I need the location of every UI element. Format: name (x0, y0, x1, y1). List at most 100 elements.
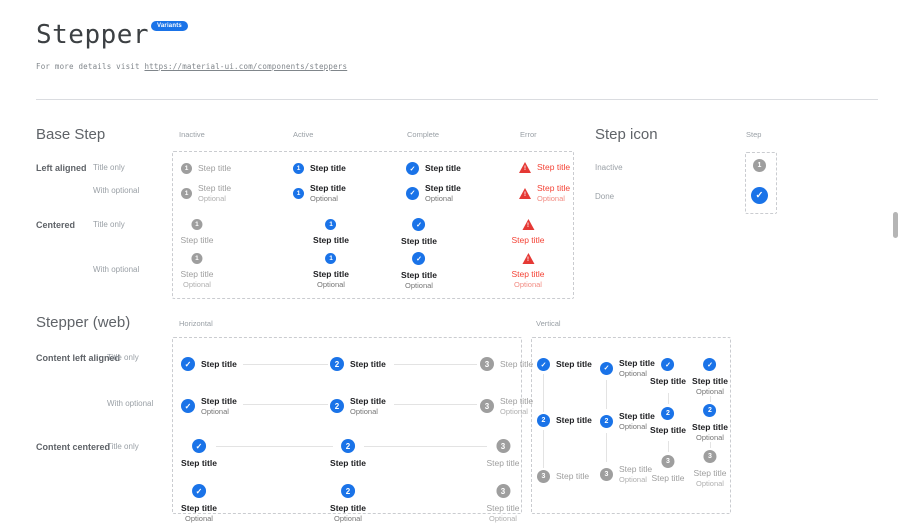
step-text: Step titleOptional (401, 270, 437, 290)
step-number-icon: 1 (293, 188, 304, 199)
connector-line (364, 446, 487, 447)
column-header-step: Step (746, 130, 761, 139)
step-title: Step title (425, 163, 461, 174)
column-header-vertical: Vertical (536, 319, 561, 328)
connector-line (668, 393, 669, 404)
step-number-icon: 1 (181, 188, 192, 199)
step-number-icon: 1 (293, 163, 304, 174)
connector-line (710, 442, 711, 448)
check-icon: ✓ (662, 358, 675, 371)
check-icon: ✓ (406, 162, 419, 175)
hstep-3-inactive-optional: 3 Step titleOptional (480, 396, 533, 416)
step-title: Step title (401, 236, 437, 247)
hstep-1-complete-optional: ✓ Step titleOptional (181, 396, 237, 416)
connector-line (216, 446, 333, 447)
step-number-icon: 3 (537, 470, 550, 483)
step-number-icon: 1 (191, 253, 202, 264)
step-title: Step title (198, 183, 231, 194)
step-inactive-centered-optional: 1 Step titleOptional (180, 253, 213, 289)
hstep-centered-1-complete: ✓ Step title (181, 439, 217, 469)
step-title: Step title (537, 162, 570, 173)
step-complete: ✓ Step title (406, 162, 461, 175)
step-number-icon: 2 (341, 484, 355, 498)
vstep-b2-active-optional: 2 Step titleOptional (600, 411, 655, 431)
step-title: Step title (556, 415, 592, 426)
vstep-b1-complete-optional: ✓ Step titleOptional (600, 358, 655, 378)
connector-line (606, 433, 607, 462)
check-icon: ✓ (704, 358, 717, 371)
step-title: Step title (556, 359, 592, 370)
step-title: Step title (313, 269, 349, 280)
variant-title-only: Title only (93, 163, 125, 172)
step-number-icon: 1 (326, 219, 337, 230)
step-title: Step title (692, 422, 728, 433)
step-number-icon: 3 (661, 455, 674, 468)
hstep-3-inactive: 3 Step title (480, 357, 533, 371)
step-number-icon: 3 (496, 439, 510, 453)
scrollbar-thumb[interactable] (893, 212, 898, 238)
check-icon: ✓ (413, 218, 426, 231)
step-number-icon: 3 (496, 484, 510, 498)
step-title: Step title (181, 503, 217, 514)
step-number-icon: 1 (181, 163, 192, 174)
step-optional: Optional (486, 514, 519, 523)
hstep-2-active-optional: 2 Step titleOptional (330, 396, 386, 416)
step-title: Step title (511, 269, 544, 280)
step-title: Step title (500, 359, 533, 370)
subtitle-link[interactable]: https://material-ui.com/components/stepp… (144, 62, 347, 71)
step-number-icon: 2 (600, 415, 613, 428)
row-group-left-aligned: Left aligned (36, 163, 87, 173)
column-header-active: Active (293, 130, 313, 139)
step-text: Step titleOptional (537, 183, 570, 203)
hstep-2-active: 2 Step title (330, 357, 386, 371)
step-inactive-centered: 1 Step title (180, 219, 213, 246)
step-text: Step titleOptional (692, 376, 728, 396)
step-error-optional: ! Step titleOptional (519, 183, 570, 203)
hstep-centered-3-inactive: 3 Step title (486, 439, 519, 469)
step-optional: Optional (201, 407, 237, 416)
step-title: Step title (181, 458, 217, 469)
step-number-icon: 3 (480, 399, 494, 413)
row-group-content-centered: Content centered (36, 442, 110, 452)
step-text: Step titleOptional (693, 468, 726, 488)
connector-line (243, 404, 328, 405)
vstep-a2-active: 2 Step title (537, 414, 592, 427)
connector-line (710, 396, 711, 402)
connector-line (543, 374, 544, 412)
step-text: Step titleOptional (201, 396, 237, 416)
check-icon: ✓ (537, 358, 550, 371)
step-text: Step titleOptional (310, 183, 346, 203)
check-icon: ✓ (413, 252, 426, 265)
variants-badge: Variants (151, 21, 188, 31)
step-title: Step title (537, 183, 570, 194)
step-text: Step titleOptional (330, 503, 366, 523)
exclaim-glyph: ! (521, 256, 534, 264)
exclaim-glyph: ! (521, 222, 534, 230)
connector-line (394, 404, 477, 405)
step-number-icon: 2 (662, 407, 675, 420)
connector-line (243, 364, 328, 365)
step-icon-heading: Step icon (595, 126, 658, 143)
hstep-centered-2-active: 2 Step title (330, 439, 366, 469)
step-text: Step titleOptional (181, 503, 217, 523)
step-error-centered: ! Step title (511, 219, 544, 246)
step-number-icon: 3 (703, 450, 716, 463)
column-header-horizontal: Horizontal (179, 319, 213, 328)
step-complete-optional: ✓ Step titleOptional (406, 183, 461, 203)
step-title: Step title (330, 458, 366, 469)
step-title: Step title (180, 269, 213, 280)
base-step-heading: Base Step (36, 126, 105, 143)
step-title: Step title (486, 503, 519, 514)
variant-title-only: Title only (93, 220, 125, 229)
subtitle-text: For more details visit (36, 62, 144, 71)
step-text: Step titleOptional (350, 396, 386, 416)
step-title: Step title (330, 503, 366, 514)
warning-triangle-icon: ! (519, 162, 531, 173)
vstep-a3-inactive: 3 Step title (537, 470, 589, 483)
warning-triangle-icon: ! (519, 188, 531, 199)
step-title: Step title (310, 163, 346, 174)
step-title: Step title (201, 359, 237, 370)
step-active-centered: 1 Step title (313, 219, 349, 246)
column-header-inactive: Inactive (179, 130, 205, 139)
step-text: Step titleOptional (511, 269, 544, 289)
